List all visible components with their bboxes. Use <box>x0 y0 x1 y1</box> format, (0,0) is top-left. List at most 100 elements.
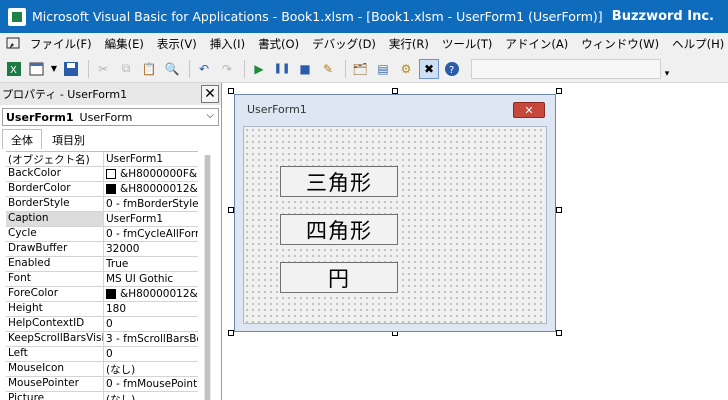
property-value-text: 3 - fmScrollBarsBoth <box>106 333 198 345</box>
brand-label: Buzzword Inc. <box>611 9 714 24</box>
property-name: Enabled <box>6 257 104 271</box>
property-row[interactable]: ForeColor &H80000012& <box>6 287 198 302</box>
color-swatch <box>106 169 116 179</box>
color-swatch <box>106 289 116 299</box>
property-row[interactable]: Caption UserForm1 <box>6 212 198 227</box>
property-value[interactable]: &H80000012& <box>104 182 198 196</box>
property-row[interactable]: KeepScrollBarsVisible3 - fmScrollBarsBot… <box>6 332 198 347</box>
project-explorer-icon[interactable]: 🗂 <box>350 59 370 79</box>
menu-file[interactable]: ファイル(F) <box>30 36 92 52</box>
property-value[interactable]: &H8000000F& <box>104 167 198 181</box>
circle-button[interactable]: 円 <box>280 262 398 293</box>
close-icon[interactable]: ✕ <box>513 102 545 118</box>
property-value[interactable]: 0 - fmBorderStyleNone <box>104 197 198 211</box>
property-value-text: UserForm1 <box>106 213 164 225</box>
property-row[interactable]: Cycle0 - fmCycleAllForms <box>6 227 198 242</box>
property-row[interactable]: Height 180 <box>6 302 198 317</box>
help-icon[interactable]: ? <box>442 59 462 79</box>
property-value[interactable]: 0 - fmMousePointerDefault <box>104 377 198 391</box>
properties-window: プロパティ - UserForm1 ✕ UserForm1 UserForm ⌵… <box>0 83 222 400</box>
property-value[interactable]: 180 <box>104 302 198 316</box>
property-row[interactable]: BackColor &H8000000F& <box>6 167 198 182</box>
property-name: HelpContextID <box>6 317 104 331</box>
property-value[interactable]: (なし) <box>104 362 198 376</box>
toolbar-separator <box>189 59 190 78</box>
menu-insert[interactable]: 挿入(I) <box>210 36 245 52</box>
toolbar-overflow-icon[interactable]: ▾ <box>662 59 672 79</box>
window-menu-icon[interactable] <box>6 35 22 53</box>
toolbar-separator <box>88 59 89 78</box>
design-mode-icon[interactable]: ✎ <box>318 59 338 79</box>
property-value[interactable]: True <box>104 257 198 271</box>
property-row[interactable]: Font MS UI Gothic <box>6 272 198 287</box>
properties-scrollbar[interactable] <box>204 155 211 400</box>
menu-addins[interactable]: アドイン(A) <box>505 36 568 52</box>
object-selector[interactable]: UserForm1 UserForm ⌵ <box>2 108 219 126</box>
menu-edit[interactable]: 編集(E) <box>105 36 144 52</box>
property-value[interactable]: 0 - fmCycleAllForms <box>104 227 198 241</box>
break-icon[interactable]: ❚❚ <box>272 59 292 79</box>
property-row[interactable]: Enabled True <box>6 257 198 272</box>
form-designer: UserForm1 ✕ 三角形 四角形 円 <box>223 83 728 400</box>
property-row[interactable]: BorderStyle0 - fmBorderStyleNone <box>6 197 198 212</box>
property-name: BackColor <box>6 167 104 181</box>
resize-handle[interactable] <box>556 330 562 336</box>
dropdown-arrow-icon[interactable]: ▼ <box>50 59 58 79</box>
menu-help[interactable]: ヘルプ(H) <box>672 36 724 52</box>
property-name: KeepScrollBarsVisible <box>8 332 104 346</box>
property-row[interactable]: HelpContextID 0 <box>6 317 198 332</box>
userform-canvas[interactable]: 三角形 四角形 円 <box>243 126 547 324</box>
property-row[interactable]: (オブジェクト名) UserForm1 <box>6 152 198 167</box>
property-row[interactable]: MouseIcon (なし) <box>6 362 198 377</box>
menu-view[interactable]: 表示(V) <box>157 36 197 52</box>
toolbar-separator <box>244 59 245 78</box>
menu-bar: ファイル(F) 編集(E) 表示(V) 挿入(I) 書式(O) デバッグ(D) … <box>0 33 728 55</box>
property-value[interactable]: 32000 <box>104 242 198 256</box>
insert-userform-icon[interactable] <box>27 59 47 79</box>
property-value[interactable]: 0 <box>104 347 198 361</box>
menu-format[interactable]: 書式(O) <box>258 36 299 52</box>
menu-window[interactable]: ウィンドウ(W) <box>581 36 659 52</box>
menu-run[interactable]: 実行(R) <box>389 36 429 52</box>
redo-icon[interactable]: ↷ <box>217 59 237 79</box>
paste-icon[interactable]: 📋 <box>139 59 159 79</box>
properties-window-icon[interactable]: ▤ <box>373 59 393 79</box>
toolbox-icon[interactable]: ✖ <box>419 58 439 79</box>
toolbar-separator <box>345 59 346 78</box>
run-icon[interactable]: ▶ <box>249 59 269 79</box>
menu-debug[interactable]: デバッグ(D) <box>312 36 376 52</box>
close-icon[interactable]: ✕ <box>201 85 219 103</box>
find-icon[interactable]: 🔍 <box>162 59 182 79</box>
property-row[interactable]: BorderColor &H80000012& <box>6 182 198 197</box>
square-button[interactable]: 四角形 <box>280 214 398 245</box>
excel-app-icon <box>8 7 26 26</box>
undo-icon[interactable]: ↶ <box>194 59 214 79</box>
userform-caption: UserForm1 <box>247 103 307 116</box>
property-row[interactable]: Left 0 <box>6 347 198 362</box>
view-excel-icon[interactable]: X <box>4 59 24 79</box>
menu-tools[interactable]: ツール(T) <box>442 36 493 52</box>
object-browser-icon[interactable]: ⚙ <box>396 59 416 79</box>
property-value[interactable]: UserForm1 <box>104 152 198 166</box>
property-value[interactable]: 0 <box>104 317 198 331</box>
resize-handle[interactable] <box>556 88 562 94</box>
save-icon[interactable] <box>61 59 81 79</box>
tab-categorized[interactable]: 項目別 <box>43 129 94 149</box>
property-row[interactable]: MousePointer0 - fmMousePointerDefault <box>6 377 198 392</box>
property-value[interactable]: (なし) <box>104 392 198 400</box>
property-value[interactable]: &H80000012& <box>104 287 198 301</box>
cut-icon[interactable]: ✂ <box>93 59 113 79</box>
property-value-text: 180 <box>106 303 127 315</box>
resize-handle[interactable] <box>556 207 562 213</box>
triangle-button[interactable]: 三角形 <box>280 166 398 197</box>
property-row[interactable]: DrawBuffer 32000 <box>6 242 198 257</box>
tab-alphabetic[interactable]: 全体 <box>2 129 42 149</box>
property-value-text: (なし) <box>106 393 136 400</box>
property-value[interactable]: MS UI Gothic <box>104 272 198 286</box>
property-value[interactable]: UserForm1 <box>104 212 198 226</box>
property-row[interactable]: Picture (なし) <box>6 392 198 400</box>
property-value[interactable]: 3 - fmScrollBarsBoth <box>104 332 198 346</box>
copy-icon[interactable]: ⧉ <box>116 59 136 79</box>
userform-window[interactable]: UserForm1 ✕ 三角形 四角形 円 <box>234 94 556 332</box>
reset-icon[interactable]: ■ <box>295 59 315 79</box>
